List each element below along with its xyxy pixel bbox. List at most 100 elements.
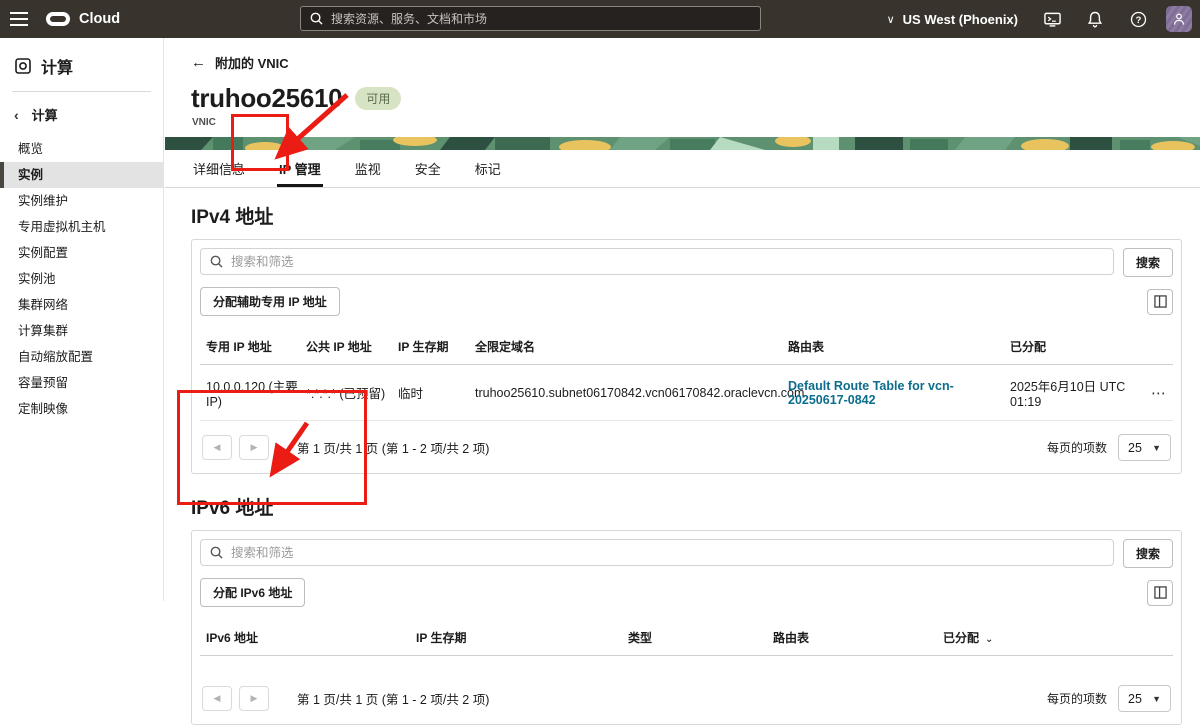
- ipv4-table-row: 10.0.0.120 (主要 IP) *.*.*.* (已预留) 临时 truh…: [200, 365, 1173, 421]
- global-search[interactable]: [300, 6, 761, 31]
- main-content: ← 附加的 VNIC truhoo25610 可用 VNIC 详细信息 IP 管…: [165, 38, 1200, 601]
- assign-ipv6-button[interactable]: 分配 IPv6 地址: [200, 578, 305, 607]
- tab-tags[interactable]: 标记: [473, 150, 503, 187]
- cell-lifetime: 临时: [398, 383, 475, 402]
- ipv4-columns-button[interactable]: [1147, 289, 1173, 315]
- back-link-label: 附加的 VNIC: [215, 53, 289, 72]
- ipv6-col-route-table: 路由表: [773, 629, 943, 646]
- sidebar-item-dedicated-vm-hosts[interactable]: 专用虚拟机主机: [0, 214, 163, 240]
- cell-public-ip: *.*.*.* (已预留): [306, 383, 398, 402]
- notifications-bell-icon[interactable]: [1087, 11, 1104, 28]
- ipv6-table: IPv6 地址 IP 生存期 类型 路由表 已分配⌄: [200, 620, 1173, 672]
- sidebar-item-instance-configurations[interactable]: 实例配置: [0, 240, 163, 266]
- ipv4-pagination: ◀ ▶ 第 1 页/共 1 页 (第 1 - 2 项/共 2 项) 每页的项数 …: [200, 428, 1173, 465]
- ipv6-filter-input[interactable]: [231, 546, 1104, 560]
- svg-text:?: ?: [1136, 14, 1142, 25]
- region-selector[interactable]: ∨ US West (Phoenix): [887, 12, 1018, 27]
- cell-private-ip: 10.0.0.120 (主要 IP): [206, 376, 306, 409]
- prev-page-button[interactable]: ◀: [202, 435, 232, 460]
- page-info: 第 1 页/共 1 页 (第 1 - 2 项/共 2 项): [297, 438, 489, 457]
- ipv4-table: 专用 IP 地址 公共 IP 地址 IP 生存期 全限定域名 路由表 已分配 1…: [200, 329, 1173, 421]
- sidebar-back[interactable]: ‹ 计算: [0, 92, 163, 136]
- ipv6-col-assigned[interactable]: 已分配⌄: [943, 629, 1167, 646]
- brand-label: Cloud: [79, 11, 120, 27]
- help-icon[interactable]: ?: [1130, 11, 1147, 28]
- page-info: 第 1 页/共 1 页 (第 1 - 2 项/共 2 项): [297, 689, 489, 708]
- ipv4-search-button[interactable]: 搜索: [1123, 248, 1173, 277]
- person-icon: [1173, 13, 1185, 26]
- columns-icon: [1154, 586, 1167, 599]
- breadcrumb-back-link[interactable]: ← 附加的 VNIC: [191, 53, 1200, 72]
- ipv4-col-fqdn: 全限定域名: [475, 338, 788, 355]
- search-icon: [210, 546, 223, 559]
- sidebar-title: 计算: [41, 54, 73, 78]
- tab-bar: 详细信息 IP 管理 监视 安全 标记: [165, 150, 1200, 188]
- hamburger-menu-icon[interactable]: [0, 0, 38, 38]
- sidebar: 计算 ‹ 计算 概览 实例 实例维护 专用虚拟机主机 实例配置 实例池 集群网络…: [0, 38, 164, 601]
- next-page-button[interactable]: ▶: [239, 686, 269, 711]
- route-table-link[interactable]: Default Route Table for vcn-20250617-084…: [788, 379, 1010, 407]
- per-page-value: 25: [1128, 692, 1142, 706]
- status-badge: 可用: [355, 87, 401, 110]
- next-page-button[interactable]: ▶: [239, 435, 269, 460]
- assign-secondary-private-ip-button[interactable]: 分配辅助专用 IP 地址: [200, 287, 340, 316]
- search-icon: [310, 12, 323, 25]
- sidebar-item-instance-maintenance[interactable]: 实例维护: [0, 188, 163, 214]
- global-search-input[interactable]: [331, 12, 751, 26]
- ipv6-pagination: ◀ ▶ 第 1 页/共 1 页 (第 1 - 2 项/共 2 项) 每页的项数 …: [200, 679, 1173, 716]
- topbar: Cloud ∨ US West (Phoenix) ?: [0, 0, 1200, 38]
- sidebar-item-autoscaling-configurations[interactable]: 自动缩放配置: [0, 344, 163, 370]
- sidebar-item-overview[interactable]: 概览: [0, 136, 163, 162]
- ipv4-filter-input[interactable]: [231, 255, 1104, 269]
- prev-page-button[interactable]: ◀: [202, 686, 232, 711]
- select-caret-icon: ▼: [1152, 694, 1161, 704]
- select-caret-icon: ▼: [1152, 443, 1161, 453]
- ipv6-col-address: IPv6 地址: [206, 629, 416, 646]
- sidebar-item-custom-images[interactable]: 定制映像: [0, 396, 163, 422]
- topbar-right: ∨ US West (Phoenix) ?: [887, 6, 1200, 32]
- ipv6-empty-body: [200, 656, 1173, 672]
- tab-monitoring[interactable]: 监视: [353, 150, 383, 187]
- oracle-cloud-logo[interactable]: Cloud: [46, 11, 120, 27]
- region-label: US West (Phoenix): [903, 12, 1018, 27]
- ipv4-section-heading: IPv4 地址: [191, 202, 1182, 229]
- ipv4-card: 搜索 分配辅助专用 IP 地址 专用 IP 地址 公共 IP 地址 IP 生存期…: [191, 239, 1182, 474]
- per-page-select[interactable]: 25 ▼: [1118, 434, 1171, 461]
- ipv4-col-public-ip: 公共 IP 地址: [306, 338, 398, 355]
- search-icon: [210, 255, 223, 268]
- ipv4-col-route-table: 路由表: [788, 338, 1010, 355]
- resource-type-label: VNIC: [192, 117, 1200, 128]
- decorative-banner: [165, 137, 1200, 150]
- ipv6-card: 搜索 分配 IPv6 地址 IPv6 地址 IP 生存期 类型 路由表 已分配⌄: [191, 530, 1182, 725]
- ipv6-col-type: 类型: [628, 629, 773, 646]
- ipv6-section-heading: IPv6 地址: [191, 493, 1182, 520]
- page-title: truhoo25610: [191, 83, 342, 114]
- cloud-shell-icon[interactable]: [1044, 11, 1061, 28]
- cell-assigned: 2025年6月10日 UTC 01:19: [1010, 376, 1137, 409]
- back-arrow-icon: ←: [191, 54, 206, 71]
- chevron-down-icon: ∨: [887, 13, 895, 26]
- per-page-select[interactable]: 25 ▼: [1118, 685, 1171, 712]
- per-page-value: 25: [1128, 441, 1142, 455]
- sidebar-item-compute-clusters[interactable]: 计算集群: [0, 318, 163, 344]
- columns-icon: [1154, 295, 1167, 308]
- ipv6-filter-box[interactable]: [200, 539, 1114, 566]
- sidebar-item-instances[interactable]: 实例: [0, 162, 163, 188]
- tab-ip-management[interactable]: IP 管理: [277, 150, 323, 187]
- sidebar-item-capacity-reservations[interactable]: 容量预留: [0, 370, 163, 396]
- sidebar-item-instance-pools[interactable]: 实例池: [0, 266, 163, 292]
- tab-security[interactable]: 安全: [413, 150, 443, 187]
- row-actions-menu-icon[interactable]: ⋯: [1137, 384, 1167, 402]
- sort-caret-icon: ⌄: [985, 634, 993, 645]
- per-page-label: 每页的项数: [1047, 439, 1107, 456]
- ipv6-columns-button[interactable]: [1147, 580, 1173, 606]
- tab-details[interactable]: 详细信息: [191, 150, 247, 187]
- ipv4-col-private-ip: 专用 IP 地址: [206, 338, 306, 355]
- user-avatar[interactable]: [1166, 6, 1192, 32]
- compute-icon: [14, 57, 32, 75]
- sidebar-item-cluster-networks[interactable]: 集群网络: [0, 292, 163, 318]
- ipv4-filter-box[interactable]: [200, 248, 1114, 275]
- cell-fqdn: truhoo25610.subnet06170842.vcn06170842.o…: [475, 386, 788, 400]
- ipv6-search-button[interactable]: 搜索: [1123, 539, 1173, 568]
- ipv6-col-lifetime: IP 生存期: [416, 629, 628, 646]
